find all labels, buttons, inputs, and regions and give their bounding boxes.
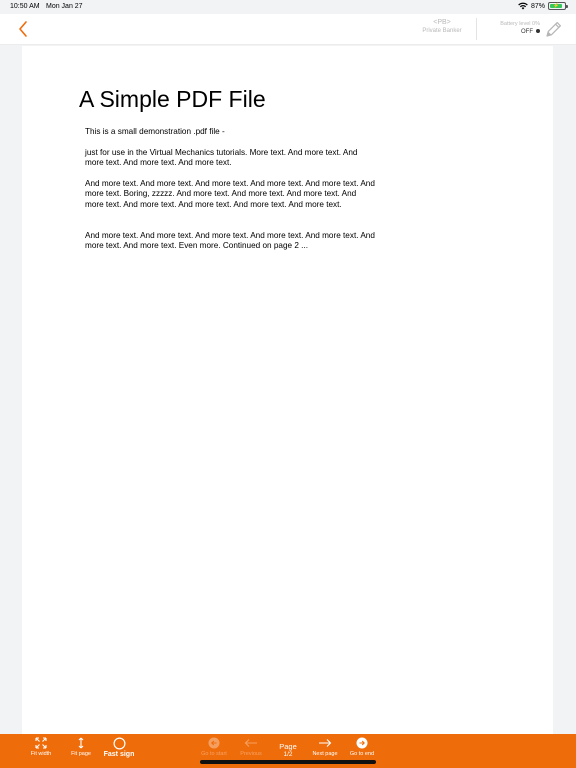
- battery-state-text: OFF: [521, 29, 533, 35]
- battery-fill: ⚡: [550, 2, 563, 9]
- battery-icon: ⚡: [548, 2, 568, 10]
- go-to-start-label: Go to start: [201, 751, 227, 757]
- state-dot-icon: [536, 29, 540, 34]
- next-page-label: Next page: [312, 751, 338, 757]
- status-time: 10:50 AM: [10, 3, 40, 10]
- fast-sign-label: Fast sign: [103, 751, 135, 758]
- chevron-left-icon: [19, 21, 27, 37]
- navigation-bar: <PB> Private Banker Battery level 0% OFF: [0, 14, 576, 45]
- private-banker-badge: <PB> Private Banker: [418, 18, 466, 36]
- previous-page-button[interactable]: Previous: [236, 737, 266, 757]
- expand-arrows-icon: [35, 737, 47, 749]
- battery-level-label: Battery level 0%: [500, 21, 540, 27]
- go-to-end-label: Go to end: [349, 751, 375, 757]
- circle-icon: [112, 737, 126, 750]
- page-label: Page: [279, 742, 297, 751]
- pb-title: <PB>: [433, 19, 451, 26]
- circle-arrow-right-icon: [356, 737, 368, 749]
- next-page-button[interactable]: Next page: [309, 737, 341, 757]
- page-indicator: Page 1/2: [274, 742, 302, 759]
- document-paragraph: And more text. And more text. And more t…: [85, 231, 375, 251]
- arrow-right-icon: [319, 739, 332, 747]
- pdf-page[interactable]: A Simple PDF File This is a small demons…: [22, 46, 553, 734]
- fit-page-button[interactable]: Fit page: [67, 737, 95, 757]
- wifi-icon: [518, 2, 528, 10]
- document-paragraph: And more text. And more text. And more t…: [85, 179, 375, 209]
- battery-state: OFF: [488, 28, 540, 37]
- page-number: 1/2: [283, 751, 293, 758]
- go-to-end-button[interactable]: Go to end: [346, 737, 378, 757]
- fit-page-label: Fit page: [71, 751, 91, 757]
- status-right: 87% ⚡: [518, 2, 568, 10]
- battery-level-toggle[interactable]: Battery level 0% OFF: [488, 20, 540, 37]
- home-indicator: [200, 760, 376, 764]
- pen-button[interactable]: [543, 18, 563, 40]
- go-to-start-button[interactable]: Go to start: [198, 737, 230, 757]
- status-date: Mon Jan 27: [46, 3, 83, 10]
- fit-width-button[interactable]: Fit width: [26, 737, 56, 757]
- arrow-left-icon: [244, 739, 257, 747]
- circle-arrow-left-icon: [208, 737, 220, 749]
- vertical-arrows-icon: [78, 737, 84, 749]
- document-paragraph: This is a small demonstration .pdf file …: [85, 127, 225, 136]
- pb-subtitle: Private Banker: [422, 28, 462, 34]
- status-bar: 10:50 AM Mon Jan 27 87% ⚡: [0, 0, 576, 14]
- bolt-icon: ⚡: [552, 2, 560, 9]
- fast-sign-button[interactable]: Fast sign: [101, 737, 137, 758]
- pen-icon: [546, 22, 561, 37]
- document-title: A Simple PDF File: [79, 86, 266, 112]
- previous-label: Previous: [240, 751, 262, 757]
- back-button[interactable]: [14, 18, 34, 40]
- nav-divider: [476, 18, 477, 40]
- document-paragraph: just for use in the Virtual Mechanics tu…: [85, 148, 358, 168]
- battery-percent: 87%: [530, 2, 545, 10]
- fit-width-label: Fit width: [30, 751, 52, 757]
